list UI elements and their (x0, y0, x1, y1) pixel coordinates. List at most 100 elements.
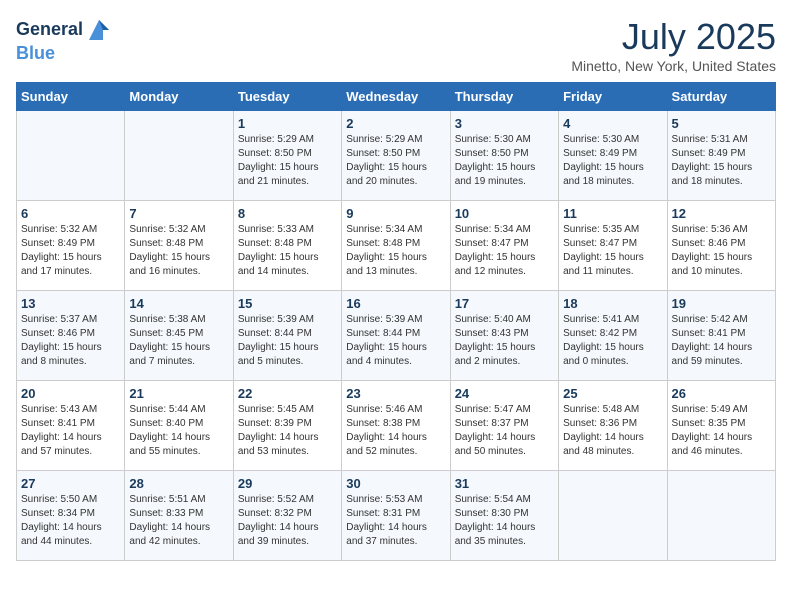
calendar-cell (667, 471, 775, 561)
day-number: 3 (455, 116, 554, 131)
day-info: Sunrise: 5:32 AMSunset: 8:48 PMDaylight:… (129, 223, 228, 279)
weekday-header-friday: Friday (559, 83, 667, 111)
logo-icon (85, 16, 113, 44)
day-info: Sunrise: 5:43 AMSunset: 8:41 PMDaylight:… (21, 403, 120, 459)
day-info: Sunrise: 5:37 AMSunset: 8:46 PMDaylight:… (21, 313, 120, 369)
day-number: 5 (672, 116, 771, 131)
calendar-cell (17, 111, 125, 201)
calendar-cell: 26 Sunrise: 5:49 AMSunset: 8:35 PMDayligh… (667, 381, 775, 471)
day-number: 23 (346, 386, 445, 401)
day-number: 22 (238, 386, 337, 401)
day-info: Sunrise: 5:30 AMSunset: 8:50 PMDaylight:… (455, 133, 554, 189)
weekday-header-thursday: Thursday (450, 83, 558, 111)
calendar-cell: 27Sunrise: 5:50 AMSunset: 8:34 PMDayligh… (17, 471, 125, 561)
day-info: Sunrise: 5:30 AMSunset: 8:49 PMDaylight:… (563, 133, 662, 189)
day-number: 1 (238, 116, 337, 131)
calendar-cell: 25 Sunrise: 5:48 AMSunset: 8:36 PMDayligh… (559, 381, 667, 471)
day-number: 15 (238, 296, 337, 311)
calendar-week-row: 20Sunrise: 5:43 AMSunset: 8:41 PMDayligh… (17, 381, 776, 471)
calendar-cell: 19 Sunrise: 5:42 AMSunset: 8:41 PMDayligh… (667, 291, 775, 381)
calendar-cell: 20Sunrise: 5:43 AMSunset: 8:41 PMDayligh… (17, 381, 125, 471)
day-info: Sunrise: 5:38 AMSunset: 8:45 PMDaylight:… (129, 313, 228, 369)
calendar-cell: 4 Sunrise: 5:30 AMSunset: 8:49 PMDaylight… (559, 111, 667, 201)
weekday-header-saturday: Saturday (667, 83, 775, 111)
weekday-header-tuesday: Tuesday (233, 83, 341, 111)
day-number: 2 (346, 116, 445, 131)
day-number: 14 (129, 296, 228, 311)
day-info: Sunrise: 5:47 AMSunset: 8:37 PMDaylight:… (455, 403, 554, 459)
calendar-cell: 21 Sunrise: 5:44 AMSunset: 8:40 PMDayligh… (125, 381, 233, 471)
day-number: 7 (129, 206, 228, 221)
day-info: Sunrise: 5:32 AMSunset: 8:49 PMDaylight:… (21, 223, 120, 279)
logo-blue: Blue (16, 43, 55, 63)
month-title: July 2025 (571, 16, 776, 58)
calendar-cell: 12 Sunrise: 5:36 AMSunset: 8:46 PMDayligh… (667, 201, 775, 291)
calendar-week-row: 1 Sunrise: 5:29 AMSunset: 8:50 PMDaylight… (17, 111, 776, 201)
day-info: Sunrise: 5:35 AMSunset: 8:47 PMDaylight:… (563, 223, 662, 279)
day-info: Sunrise: 5:51 AMSunset: 8:33 PMDaylight:… (129, 493, 228, 549)
day-info: Sunrise: 5:29 AMSunset: 8:50 PMDaylight:… (238, 133, 337, 189)
calendar-cell: 9Sunrise: 5:34 AMSunset: 8:48 PMDaylight… (342, 201, 450, 291)
calendar-cell: 18Sunrise: 5:41 AMSunset: 8:42 PMDayligh… (559, 291, 667, 381)
day-number: 19 (672, 296, 771, 311)
day-info: Sunrise: 5:39 AMSunset: 8:44 PMDaylight:… (238, 313, 337, 369)
day-number: 25 (563, 386, 662, 401)
day-number: 18 (563, 296, 662, 311)
calendar-cell: 24 Sunrise: 5:47 AMSunset: 8:37 PMDayligh… (450, 381, 558, 471)
day-number: 12 (672, 206, 771, 221)
day-info: Sunrise: 5:34 AMSunset: 8:47 PMDaylight:… (455, 223, 554, 279)
title-block: July 2025 Minetto, New York, United Stat… (571, 16, 776, 74)
day-info: Sunrise: 5:40 AMSunset: 8:43 PMDaylight:… (455, 313, 554, 369)
day-info: Sunrise: 5:54 AMSunset: 8:30 PMDaylight:… (455, 493, 554, 549)
day-info: Sunrise: 5:46 AMSunset: 8:38 PMDaylight:… (346, 403, 445, 459)
day-info: Sunrise: 5:34 AMSunset: 8:48 PMDaylight:… (346, 223, 445, 279)
day-info: Sunrise: 5:31 AMSunset: 8:49 PMDaylight:… (672, 133, 771, 189)
day-info: Sunrise: 5:44 AMSunset: 8:40 PMDaylight:… (129, 403, 228, 459)
day-info: Sunrise: 5:36 AMSunset: 8:46 PMDaylight:… (672, 223, 771, 279)
day-number: 16 (346, 296, 445, 311)
calendar-week-row: 13 Sunrise: 5:37 AMSunset: 8:46 PMDayligh… (17, 291, 776, 381)
day-number: 26 (672, 386, 771, 401)
calendar-cell: 17 Sunrise: 5:40 AMSunset: 8:43 PMDayligh… (450, 291, 558, 381)
day-info: Sunrise: 5:42 AMSunset: 8:41 PMDaylight:… (672, 313, 771, 369)
calendar-cell: 3 Sunrise: 5:30 AMSunset: 8:50 PMDaylight… (450, 111, 558, 201)
day-number: 21 (129, 386, 228, 401)
logo-text: General Blue (16, 16, 113, 64)
day-info: Sunrise: 5:29 AMSunset: 8:50 PMDaylight:… (346, 133, 445, 189)
calendar-cell: 31 Sunrise: 5:54 AMSunset: 8:30 PMDayligh… (450, 471, 558, 561)
calendar-cell: 29Sunrise: 5:52 AMSunset: 8:32 PMDayligh… (233, 471, 341, 561)
weekday-header-monday: Monday (125, 83, 233, 111)
page-header: General Blue July 2025 Minetto, New York… (16, 16, 776, 74)
day-number: 27 (21, 476, 120, 491)
day-number: 4 (563, 116, 662, 131)
calendar-cell: 23 Sunrise: 5:46 AMSunset: 8:38 PMDayligh… (342, 381, 450, 471)
day-number: 17 (455, 296, 554, 311)
calendar-week-row: 6 Sunrise: 5:32 AMSunset: 8:49 PMDaylight… (17, 201, 776, 291)
calendar-cell: 2 Sunrise: 5:29 AMSunset: 8:50 PMDaylight… (342, 111, 450, 201)
logo: General Blue (16, 16, 113, 64)
day-number: 8 (238, 206, 337, 221)
calendar-cell: 30 Sunrise: 5:53 AMSunset: 8:31 PMDayligh… (342, 471, 450, 561)
day-info: Sunrise: 5:39 AMSunset: 8:44 PMDaylight:… (346, 313, 445, 369)
calendar-cell: 6 Sunrise: 5:32 AMSunset: 8:49 PMDaylight… (17, 201, 125, 291)
day-info: Sunrise: 5:48 AMSunset: 8:36 PMDaylight:… (563, 403, 662, 459)
day-number: 31 (455, 476, 554, 491)
calendar-cell (559, 471, 667, 561)
calendar-cell: 15 Sunrise: 5:39 AMSunset: 8:44 PMDayligh… (233, 291, 341, 381)
day-info: Sunrise: 5:33 AMSunset: 8:48 PMDaylight:… (238, 223, 337, 279)
day-number: 30 (346, 476, 445, 491)
day-number: 6 (21, 206, 120, 221)
location: Minetto, New York, United States (571, 58, 776, 74)
calendar-table: SundayMondayTuesdayWednesdayThursdayFrid… (16, 82, 776, 561)
day-info: Sunrise: 5:53 AMSunset: 8:31 PMDaylight:… (346, 493, 445, 549)
calendar-cell: 7 Sunrise: 5:32 AMSunset: 8:48 PMDaylight… (125, 201, 233, 291)
day-info: Sunrise: 5:45 AMSunset: 8:39 PMDaylight:… (238, 403, 337, 459)
calendar-cell: 11Sunrise: 5:35 AMSunset: 8:47 PMDayligh… (559, 201, 667, 291)
calendar-cell: 13 Sunrise: 5:37 AMSunset: 8:46 PMDayligh… (17, 291, 125, 381)
day-number: 28 (129, 476, 228, 491)
day-number: 24 (455, 386, 554, 401)
day-number: 29 (238, 476, 337, 491)
day-info: Sunrise: 5:49 AMSunset: 8:35 PMDaylight:… (672, 403, 771, 459)
day-number: 13 (21, 296, 120, 311)
weekday-header-row: SundayMondayTuesdayWednesdayThursdayFrid… (17, 83, 776, 111)
